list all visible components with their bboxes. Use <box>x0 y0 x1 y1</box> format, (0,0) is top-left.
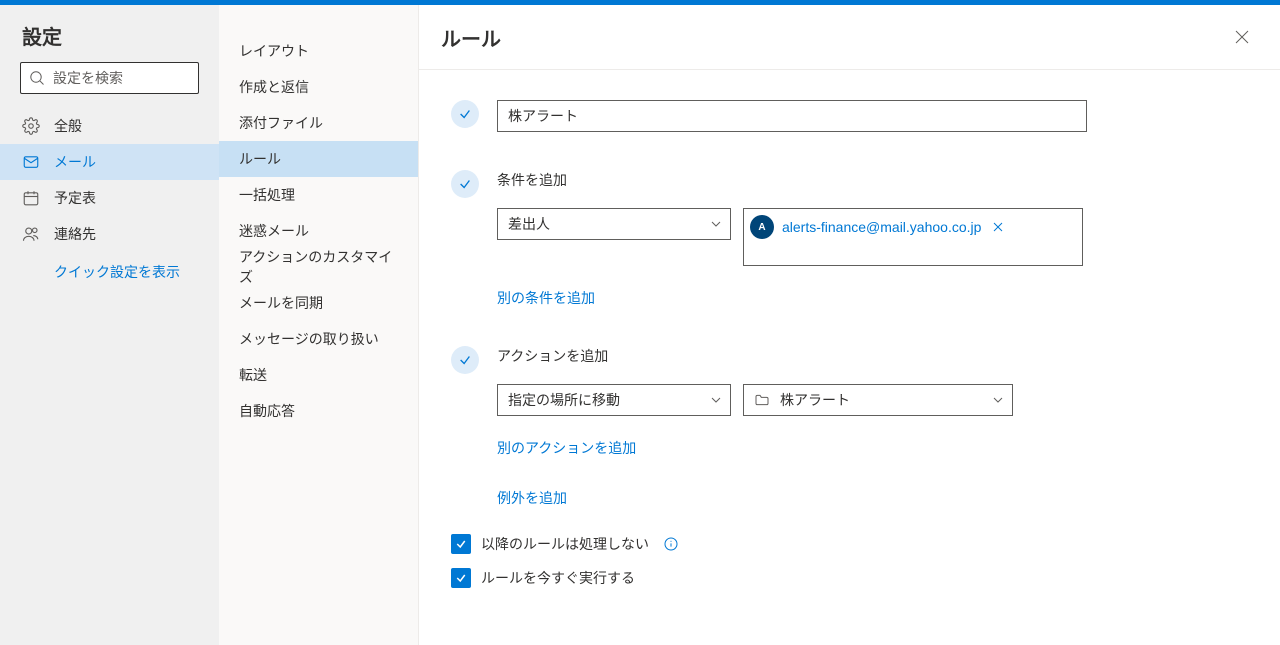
sender-email: alerts-finance@mail.yahoo.co.jp <box>782 219 981 235</box>
check-icon <box>458 107 472 121</box>
nav-mail[interactable]: メール <box>0 144 219 180</box>
check-icon <box>455 538 467 550</box>
action-select[interactable]: 指定の場所に移動 <box>497 384 731 416</box>
sender-chip: A alerts-finance@mail.yahoo.co.jp <box>750 215 1013 239</box>
check-icon <box>458 177 472 191</box>
stop-processing-label: 以降のルールは処理しない <box>481 534 649 554</box>
search-icon <box>21 70 53 86</box>
nav-label: 連絡先 <box>54 224 96 244</box>
action-status[interactable] <box>451 346 479 374</box>
action-select-value: 指定の場所に移動 <box>508 390 620 410</box>
quick-settings-link[interactable]: クイック設定を表示 <box>0 252 219 282</box>
pane-title: ルール <box>441 23 501 52</box>
mail-icon <box>22 153 40 171</box>
run-now-label: ルールを今すぐ実行する <box>481 568 635 588</box>
nav-label: 予定表 <box>54 188 96 208</box>
nav-general[interactable]: 全般 <box>0 108 219 144</box>
subnav-forwarding[interactable]: 転送 <box>219 357 418 393</box>
settings-search[interactable] <box>20 62 199 94</box>
subnav-attachments[interactable]: 添付ファイル <box>219 105 418 141</box>
subnav-sweep[interactable]: 一括処理 <box>219 177 418 213</box>
avatar: A <box>750 215 774 239</box>
condition-status[interactable] <box>451 170 479 198</box>
close-button[interactable] <box>1226 21 1258 53</box>
add-exception-link[interactable]: 例外を追加 <box>497 488 567 508</box>
info-icon[interactable] <box>663 536 679 552</box>
settings-title: 設定 <box>0 5 219 62</box>
nav-people[interactable]: 連絡先 <box>0 216 219 252</box>
action-section-label: アクションを追加 <box>497 346 1248 366</box>
people-icon <box>22 225 40 243</box>
subnav-custom-actions[interactable]: アクションのカスタマイズ <box>219 249 418 285</box>
subnav-handling[interactable]: メッセージの取り扱い <box>219 321 418 357</box>
subnav-compose[interactable]: 作成と返信 <box>219 69 418 105</box>
chevron-down-icon <box>710 394 722 406</box>
add-action-link[interactable]: 別のアクションを追加 <box>497 438 636 458</box>
nav-label: メール <box>54 152 96 172</box>
rule-name-status[interactable] <box>451 100 479 128</box>
sender-people-picker[interactable]: A alerts-finance@mail.yahoo.co.jp <box>743 208 1083 266</box>
nav-label: 全般 <box>54 116 82 136</box>
folder-icon <box>754 392 770 408</box>
calendar-icon <box>22 189 40 207</box>
chevron-down-icon <box>710 218 722 230</box>
run-now-checkbox[interactable] <box>451 568 471 588</box>
settings-search-input[interactable] <box>53 70 234 86</box>
condition-select-value: 差出人 <box>508 214 550 234</box>
subnav-layout[interactable]: レイアウト <box>219 33 418 69</box>
gear-icon <box>22 117 40 135</box>
rule-name-input[interactable] <box>497 100 1087 132</box>
stop-processing-checkbox[interactable] <box>451 534 471 554</box>
subnav-sync[interactable]: メールを同期 <box>219 285 418 321</box>
close-icon <box>993 222 1003 232</box>
remove-sender-button[interactable] <box>989 220 1007 234</box>
chevron-down-icon <box>992 394 1004 406</box>
subnav-rules[interactable]: ルール <box>219 141 418 177</box>
subnav-junk[interactable]: 迷惑メール <box>219 213 418 249</box>
check-icon <box>455 572 467 584</box>
folder-select-value: 株アラート <box>780 390 850 410</box>
condition-select[interactable]: 差出人 <box>497 208 731 240</box>
folder-select[interactable]: 株アラート <box>743 384 1013 416</box>
nav-calendar[interactable]: 予定表 <box>0 180 219 216</box>
subnav-autoreply[interactable]: 自動応答 <box>219 393 418 429</box>
close-icon <box>1235 30 1249 44</box>
condition-section-label: 条件を追加 <box>497 170 1248 190</box>
check-icon <box>458 353 472 367</box>
add-condition-link[interactable]: 別の条件を追加 <box>497 288 595 308</box>
